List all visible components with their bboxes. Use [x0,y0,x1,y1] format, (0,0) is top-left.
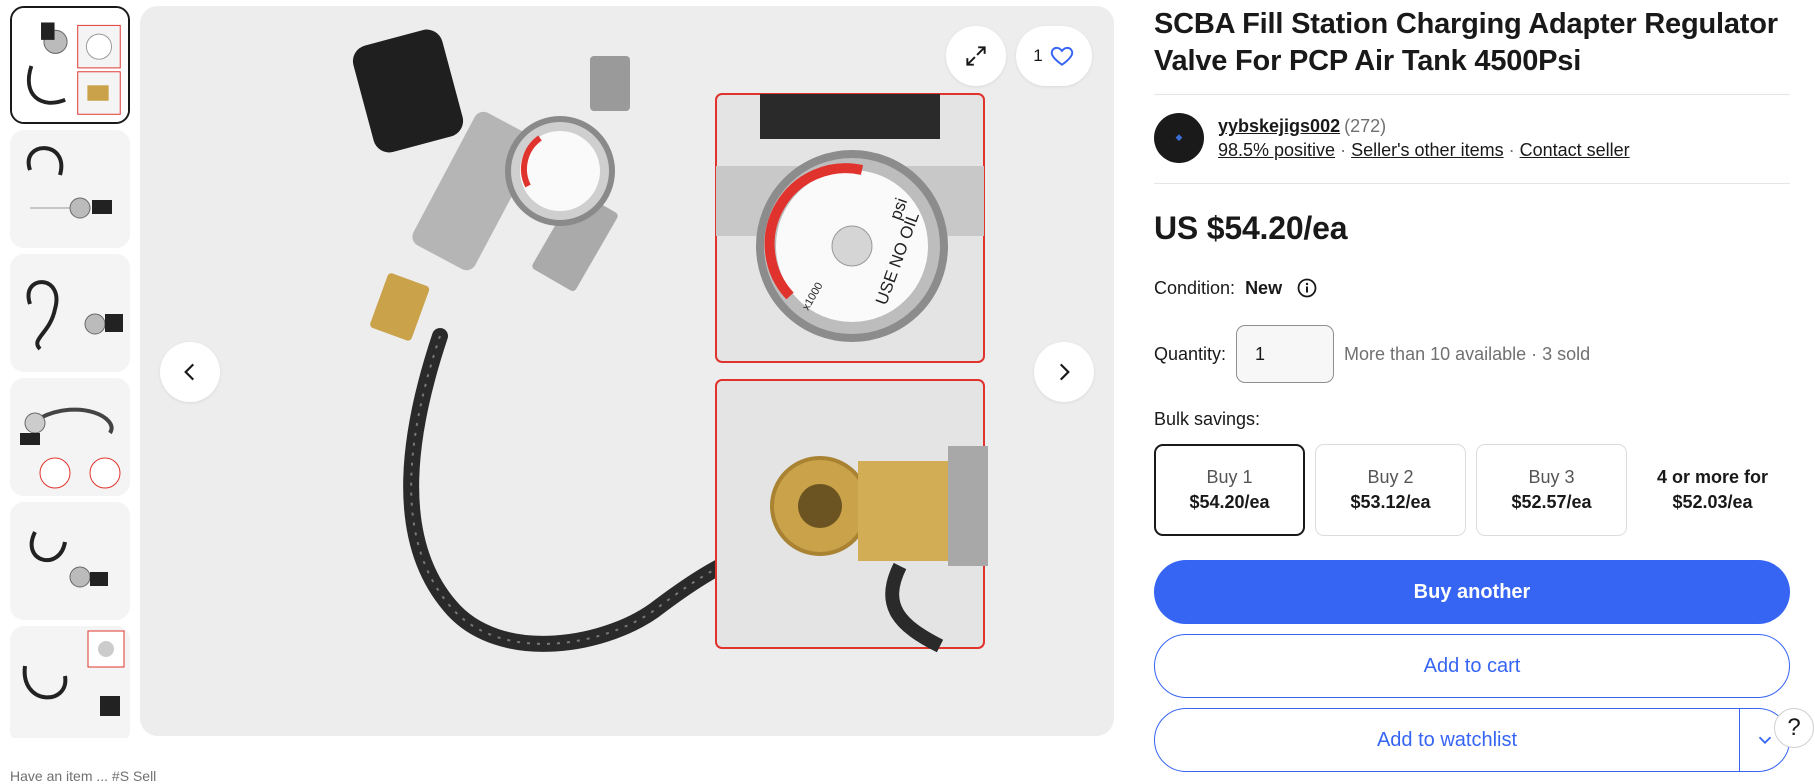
listing-panel: SCBA Fill Station Charging Adapter Regul… [1154,0,1790,772]
quantity-row: Quantity: More than 10 available · 3 sol… [1154,325,1790,383]
price: US $54.20/ea [1154,210,1348,246]
contact-seller-link[interactable]: Contact seller [1520,140,1630,160]
seller-positive-link[interactable]: 98.5% positive [1218,140,1335,160]
seller-info: ◆ yybskejigs002 (272) 98.5% positive · Sell… [1154,95,1790,183]
thumbnail-4[interactable] [10,378,130,496]
bulk-option-qty: Buy 1 [1206,467,1253,487]
buy-another-button[interactable]: Buy another [1154,560,1790,624]
availability-text: More than 10 available · 3 sold [1344,343,1591,364]
bulk-savings-label: Bulk savings: [1154,409,1261,429]
condition-row: Condition: New [1154,277,1790,299]
add-to-cart-button[interactable]: Add to cart [1154,634,1790,698]
bulk-option-price: $52.57/ea [1511,492,1592,512]
quantity-label: Quantity: [1154,343,1227,364]
expand-button[interactable] [946,26,1006,86]
next-image-button[interactable] [1034,342,1094,402]
watch-count-button[interactable]: 1 [1016,26,1092,86]
watchlist-control: Add to watchlist [1154,708,1790,772]
thumbnail-strip [10,6,130,738]
bulk-option-1[interactable]: Buy 1 $54.20/ea [1154,444,1305,536]
listing-title: SCBA Fill Station Charging Adapter Regul… [1154,8,1778,77]
bulk-option-2[interactable]: Buy 2 $53.12/ea [1315,444,1466,536]
seller-avatar[interactable]: ◆ [1154,113,1204,163]
quantity-input[interactable] [1236,325,1335,383]
main-product-image[interactable]: USE NO OIL psi x1000 1 [140,6,1114,736]
thumbnail-2[interactable] [10,130,130,248]
help-button[interactable]: ? [1774,708,1814,748]
chevron-down-icon [1758,736,1771,745]
add-to-watchlist-button[interactable]: Add to watchlist [1155,709,1739,771]
bulk-option-qty: Buy 3 [1528,467,1575,487]
bulk-option-qty: Buy 2 [1367,467,1414,487]
bulk-option-qty: 4 or more for [1656,467,1769,487]
chevron-left-icon [184,363,195,381]
seller-name-link[interactable]: yybskejigs002 [1218,116,1340,136]
thumbnail-5[interactable] [10,502,130,620]
condition-label: Condition: [1154,277,1236,298]
expand-icon [966,46,986,66]
thumbnail-6[interactable] [10,626,130,738]
seller-feedback-count: (272) [1344,116,1387,136]
product-photo: USE NO OIL psi x1000 [140,6,1114,736]
bulk-option-4: 4 or more for $52.03/ea [1637,444,1788,536]
condition-value: New [1245,277,1283,298]
previous-image-button[interactable] [160,342,220,402]
bulk-option-price: $54.20/ea [1189,492,1270,512]
watch-count: 1 [1033,46,1043,65]
heart-icon [1050,46,1073,66]
bulk-option-3[interactable]: Buy 3 $52.57/ea [1476,444,1627,536]
bulk-option-price: $52.03/ea [1672,492,1753,512]
bulk-option-price: $53.12/ea [1350,492,1431,512]
info-icon[interactable] [1296,277,1318,299]
divider [1154,183,1790,184]
chevron-right-icon [1059,363,1070,381]
seller-other-items-link[interactable]: Seller's other items [1351,140,1504,160]
bulk-savings-options: Buy 1 $54.20/ea Buy 2 $53.12/ea Buy 3 $5… [1154,444,1790,536]
thumbnail-3[interactable] [10,254,130,372]
thumbnail-1[interactable] [10,6,130,124]
